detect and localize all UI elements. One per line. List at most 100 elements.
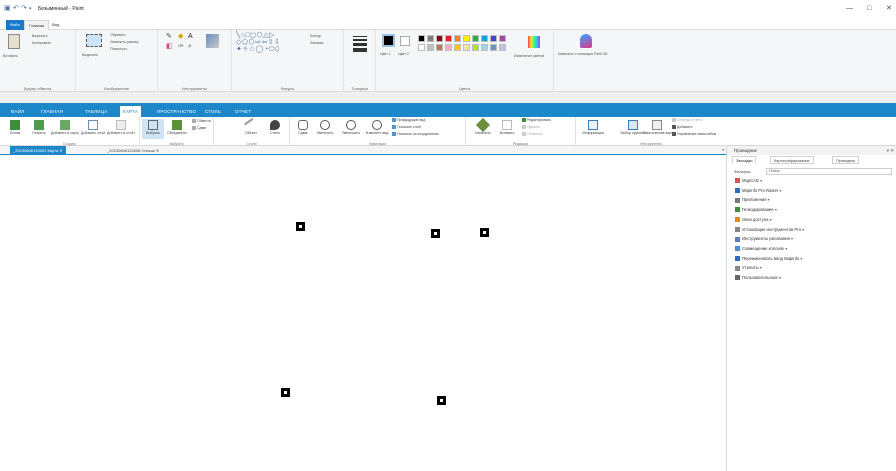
- undo-edit-button[interactable]: Отменить: [522, 132, 543, 137]
- palette-color-swatch[interactable]: [445, 35, 452, 42]
- map-point[interactable]: [437, 396, 446, 405]
- pan-button[interactable]: Сдвиг: [292, 119, 314, 139]
- style-button[interactable]: Стиль: [264, 119, 286, 139]
- chevron-down-icon[interactable]: ▾: [778, 188, 781, 193]
- chevron-down-icon[interactable]: ▾: [767, 197, 770, 202]
- color2-swatch[interactable]: [400, 36, 410, 46]
- change-view-button[interactable]: Изменить вид: [366, 119, 388, 139]
- modify-button[interactable]: Изменить: [472, 117, 494, 139]
- palette-color-swatch[interactable]: [472, 35, 479, 42]
- palette-color-swatch[interactable]: [427, 35, 434, 42]
- fill-icon[interactable]: ◆: [178, 33, 183, 40]
- color-picker-icon[interactable]: ✑: [178, 43, 184, 50]
- explorer-tab-mapping[interactable]: Картографирование: [770, 156, 814, 164]
- palette-color-swatch[interactable]: [499, 35, 506, 42]
- chevron-down-icon[interactable]: ▾: [799, 256, 802, 261]
- cut-button[interactable]: Вырезать: [32, 34, 48, 39]
- add-layer-button[interactable]: Добавить слой: [81, 119, 105, 139]
- eraser-icon[interactable]: ◧: [166, 43, 173, 50]
- explorer-panel-controls[interactable]: ▾ ✕: [887, 146, 894, 155]
- color1-label[interactable]: Цвет 1: [380, 52, 391, 57]
- mapinfo-tab-map[interactable]: КАРТА: [120, 106, 142, 117]
- select-button[interactable]: Выделить: [82, 53, 98, 58]
- explorer-tree-item[interactable]: MapCAD ▾: [735, 177, 762, 185]
- combine-button[interactable]: Объединить: [166, 119, 188, 139]
- size-line-3[interactable]: [353, 43, 367, 46]
- chevron-down-icon[interactable]: ▾: [790, 236, 793, 241]
- explorer-tree-item[interactable]: Приложения ▾: [735, 196, 770, 204]
- palette-color-swatch[interactable]: [481, 35, 488, 42]
- edit-mode-button[interactable]: Редактировать: [522, 118, 551, 123]
- mapinfo-tab-table[interactable]: ТАБЛИЦА: [82, 106, 110, 117]
- clone-button[interactable]: Клоны: [4, 119, 26, 139]
- delete-button[interactable]: Удалить: [522, 125, 540, 130]
- add-to-report-button[interactable]: Добавить в отчёт: [107, 119, 135, 139]
- palette-color-swatch[interactable]: [454, 35, 461, 42]
- scale-control-button[interactable]: Управление масштабом: [672, 132, 716, 137]
- mapinfo-tab-style[interactable]: СТИЛЬ: [202, 106, 224, 117]
- explorer-tree-item[interactable]: Инструменты рисования ▾: [735, 235, 793, 243]
- chevron-down-icon[interactable]: ▾: [801, 227, 804, 232]
- fill-button[interactable]: Заливка: [310, 41, 323, 46]
- mapinfo-tab-report[interactable]: ОТЧЕТ: [232, 106, 254, 117]
- undo-icon[interactable]: ↶: [13, 5, 19, 13]
- chevron-down-icon[interactable]: ▾: [759, 178, 762, 183]
- add-to-map-button[interactable]: Добавить в карту: [51, 119, 79, 139]
- explorer-tree-item[interactable]: MapInfo Pro Raster ▾: [735, 187, 782, 195]
- palette-color-swatch[interactable]: [454, 44, 461, 51]
- magnifier-icon[interactable]: ⌕: [188, 43, 192, 50]
- palette-color-swatch[interactable]: [472, 44, 479, 51]
- chevron-down-icon[interactable]: ▾: [759, 265, 762, 270]
- explorer-tree-item[interactable]: Установщик инструментов Pro ▾: [735, 226, 804, 234]
- show-coords-button[interactable]: Показать по координатам: [392, 132, 439, 137]
- palette-color-swatch[interactable]: [463, 44, 470, 51]
- zoom-out-button[interactable]: Уменьшить: [340, 119, 362, 139]
- select-tool-button[interactable]: Выбрать: [142, 119, 164, 139]
- map-point[interactable]: [296, 222, 305, 231]
- color2-label[interactable]: Цвет 2: [398, 52, 409, 57]
- map-point[interactable]: [281, 388, 290, 397]
- chevron-down-icon[interactable]: ▾: [768, 217, 772, 222]
- palette-color-swatch[interactable]: [436, 44, 443, 51]
- thematic-maps-button[interactable]: Тематические карты: [642, 119, 672, 139]
- shift-select-button[interactable]: Сдвиг: [192, 126, 207, 131]
- mapinfo-tab-file[interactable]: ФАЙЛ: [8, 106, 27, 117]
- mapinfo-tab-spatial[interactable]: ПРОСТРАНСТВО: [154, 106, 199, 117]
- quick-access-dropdown-icon[interactable]: ▾: [29, 5, 32, 13]
- select-icon[interactable]: [86, 34, 102, 47]
- paint-tab-home[interactable]: Главная: [24, 20, 50, 30]
- shapes-gallery-row-1[interactable]: ╲○□◻⬡△▷: [236, 32, 275, 39]
- explorer-tree-item[interactable]: Совмещение колонок ▾: [735, 245, 787, 253]
- show-layer-button[interactable]: Показать слой: [392, 125, 421, 130]
- explorer-tree-item[interactable]: Геокодирование ▾: [735, 206, 777, 214]
- paint-tab-view[interactable]: Вид: [48, 20, 63, 30]
- resize-button[interactable]: Изменить размер: [110, 40, 139, 45]
- size-line-1[interactable]: [353, 36, 367, 37]
- tab-scroll-left-icon[interactable]: ◂: [721, 146, 724, 155]
- palette-color-swatch[interactable]: [463, 35, 470, 42]
- explorer-tree-item[interactable]: Пользовательские ▾: [735, 274, 781, 282]
- map-point[interactable]: [480, 228, 489, 237]
- text-icon[interactable]: A: [188, 33, 193, 40]
- palette-color-swatch[interactable]: [499, 44, 506, 51]
- explorer-tab-explorer[interactable]: Проводник: [832, 156, 860, 164]
- add-tool-button[interactable]: Добавить: [672, 125, 692, 130]
- maximize-button[interactable]: □: [867, 5, 871, 13]
- explorer-tab-bookmarks[interactable]: Закладки: [732, 156, 757, 164]
- rotate-button[interactable]: Повернуть: [110, 47, 127, 52]
- palette-color-swatch[interactable]: [481, 44, 488, 51]
- filter-search-input[interactable]: Поиск: [766, 168, 892, 175]
- paint3d-button[interactable]: Изменить с помощью Paint 3D: [558, 52, 607, 57]
- paint-tab-file[interactable]: Файл: [6, 20, 24, 30]
- insert-button[interactable]: Вставить: [496, 119, 518, 139]
- zoom-in-button[interactable]: Увеличить: [314, 119, 336, 139]
- brushes-icon[interactable]: [206, 34, 219, 48]
- explorer-tree-item[interactable]: Утилиты ▾: [735, 264, 762, 272]
- filter-label[interactable]: Фильтры: [734, 168, 750, 175]
- close-button[interactable]: ✕: [886, 5, 892, 13]
- open-button[interactable]: Открыть: [28, 119, 50, 139]
- palette-color-swatch[interactable]: [490, 44, 497, 51]
- paste-icon[interactable]: [8, 34, 20, 49]
- palette-color-swatch[interactable]: [490, 35, 497, 42]
- pencil-icon[interactable]: ✎: [166, 33, 172, 40]
